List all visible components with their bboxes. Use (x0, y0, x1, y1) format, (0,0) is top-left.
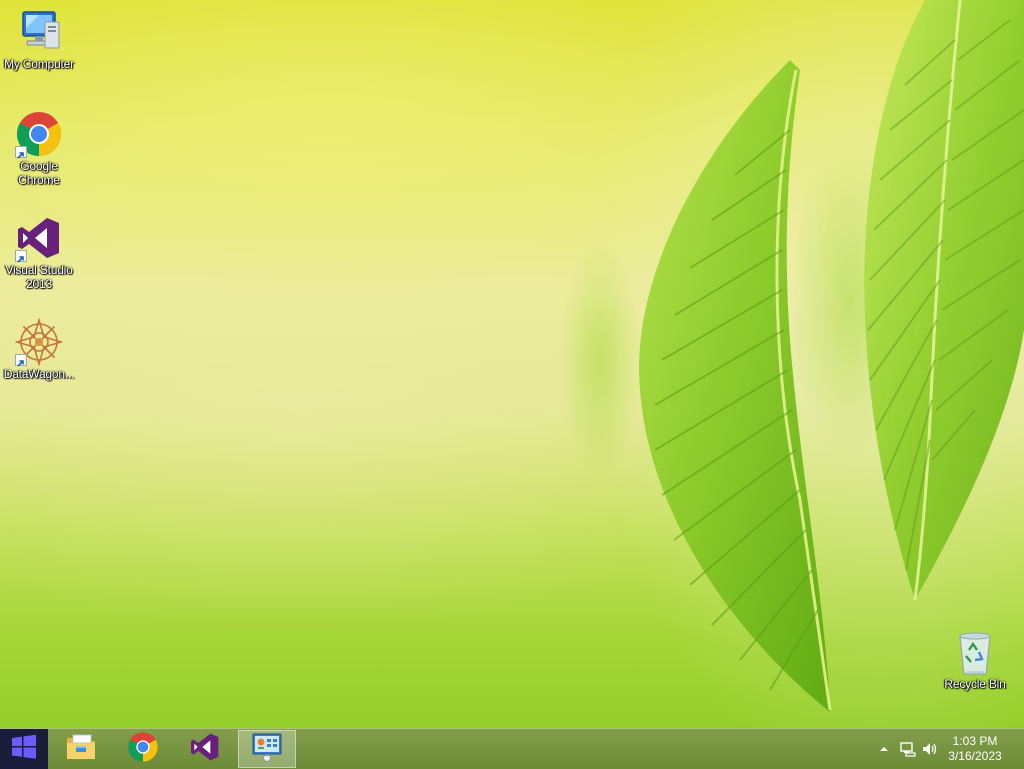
shortcut-arrow-icon (15, 146, 27, 159)
recycle-bin-icon (951, 628, 999, 676)
shortcut-arrow-icon (15, 354, 27, 367)
chrome-icon (15, 110, 63, 159)
desktop-icon-label: Visual Studio 2013 (5, 263, 73, 291)
show-hidden-icons-chevron-icon[interactable] (876, 741, 892, 757)
desktop-icon-datawagon[interactable]: DataWagon... (0, 317, 78, 381)
desktop-icon-visual-studio-2013[interactable]: Visual Studio 2013 (0, 214, 78, 291)
taskbar-chrome-button[interactable] (116, 730, 170, 768)
shortcut-arrow-icon (15, 250, 27, 263)
visual-studio-icon (15, 214, 63, 263)
windows-logo-icon (11, 734, 37, 765)
start-button[interactable] (0, 729, 48, 769)
desktop-icon-label: Google Chrome (18, 159, 60, 187)
wallpaper-leaves (560, 0, 1024, 712)
computer-icon (15, 8, 63, 56)
taskbar-file-explorer-button[interactable] (54, 730, 108, 768)
desktop-icon-label: DataWagon... (3, 367, 75, 381)
clock[interactable]: 1:03 PM 3/16/2023 (940, 734, 1010, 764)
control-panel-icon (251, 732, 283, 767)
file-explorer-icon (65, 732, 97, 767)
taskbar-control-panel-button[interactable] (238, 730, 296, 768)
desktop-icon-label: Recycle Bin (944, 677, 1006, 691)
taskbar-visual-studio-button[interactable] (178, 730, 232, 768)
desktop-icon-google-chrome[interactable]: Google Chrome (0, 110, 78, 187)
desktop[interactable]: My Computer Google Chrome Visual Studio … (0, 0, 1024, 728)
visual-studio-icon (189, 731, 221, 768)
chrome-icon (127, 731, 159, 768)
network-icon[interactable] (900, 741, 916, 757)
desktop-icon-my-computer[interactable]: My Computer (0, 8, 78, 71)
desktop-icon-label: My Computer (4, 57, 74, 71)
clock-time: 1:03 PM (952, 734, 998, 748)
taskbar: 1:03 PM 3/16/2023 (0, 728, 1024, 769)
volume-icon[interactable] (922, 741, 938, 757)
system-tray: 1:03 PM 3/16/2023 (864, 729, 1024, 769)
desktop-icon-recycle-bin[interactable]: Recycle Bin (936, 628, 1014, 691)
datawagon-icon (14, 317, 64, 367)
clock-date: 3/16/2023 (948, 749, 1002, 763)
